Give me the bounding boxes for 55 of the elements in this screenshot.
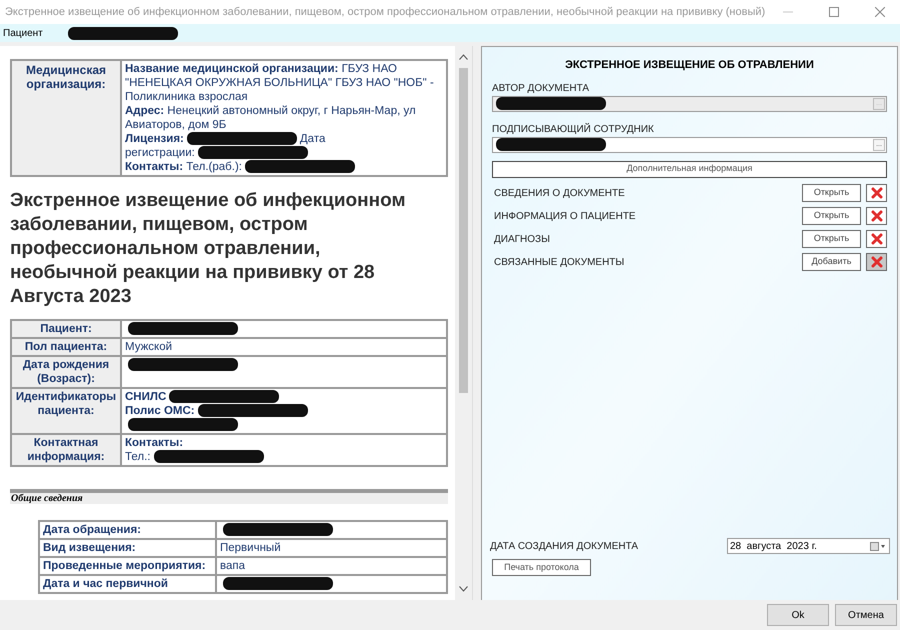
row-label: Дата рождения (Возраст): bbox=[12, 357, 122, 387]
row-label: Контактная информация: bbox=[12, 435, 122, 465]
field-label: АВТОР ДОКУМЕНТА bbox=[492, 82, 590, 96]
scroll-up-icon[interactable] bbox=[459, 54, 468, 60]
section-button[interactable]: Добавить bbox=[802, 253, 861, 271]
row-label: Дата и час первичной bbox=[40, 576, 217, 592]
delete-icon bbox=[870, 187, 882, 199]
cell-text: Контакты: Тел.(раб.): bbox=[125, 161, 242, 173]
section-title: Общие сведения bbox=[10, 492, 83, 506]
cell-text: Название медицинской организации: ГБУЗ НАО "НЕНЕЦКАЯ ОКРУЖНАЯ БОЛЬНИЦА" ГБУЗ НАО "НОБ" - Поликлиника взрослая bbox=[125, 63, 434, 103]
delete-icon bbox=[870, 233, 882, 245]
field-label: ПОДПИСЫВАЮЩИЙ СОТРУДНИК bbox=[492, 122, 655, 136]
cell-text: Дата bbox=[300, 133, 326, 145]
section-button[interactable]: Открыть bbox=[802, 184, 861, 202]
delete-button[interactable] bbox=[866, 230, 887, 248]
cell-text: Первичный bbox=[220, 542, 281, 554]
delete-icon bbox=[870, 256, 882, 268]
dialog-button[interactable]: Отмена bbox=[835, 604, 897, 626]
delete-button[interactable] bbox=[866, 207, 887, 225]
delete-button[interactable] bbox=[866, 184, 887, 202]
section-label: ДИАГНОЗЫ bbox=[493, 232, 551, 246]
patient-label: Пациент bbox=[3, 26, 43, 40]
cell-text: Тел.: bbox=[125, 451, 150, 463]
cell-text: Лицензия: bbox=[125, 133, 184, 145]
row-label: Пол пациента: bbox=[12, 339, 122, 355]
row-label: Медицинская организация: bbox=[12, 61, 122, 175]
date-value: 28 августа 2023 г. bbox=[730, 540, 818, 554]
cell-text: СНИЛС bbox=[125, 391, 166, 403]
cell-text: Адрес: Ненецкий автономный округ, г Нарьян-Мар, ул Авиаторов, дом 9Б bbox=[125, 105, 416, 131]
delete-icon bbox=[870, 210, 882, 222]
row-label: Идентификаторы пациента: bbox=[12, 389, 122, 433]
row-label: Пациент: bbox=[12, 321, 122, 337]
section-label: ИНФОРМАЦИЯ О ПАЦИЕНТЕ bbox=[493, 210, 637, 224]
window-title: Экстренное извещение об инфекционном заболевании, пищевом, остром профессиональном отравлении, необычной реакции на прививку (новый) bbox=[5, 4, 766, 20]
section-label: СВЕДЕНИЯ О ДОКУМЕНТЕ bbox=[493, 186, 626, 200]
row-label: Дата обращения: bbox=[40, 522, 217, 538]
cell-text: Мужской bbox=[125, 341, 172, 353]
calendar-dropdown-icon[interactable] bbox=[870, 542, 886, 550]
scroll-down-icon[interactable] bbox=[459, 586, 468, 592]
section-button[interactable]: Открыть bbox=[802, 230, 861, 248]
panel-title: ЭКСТРЕННОЕ ИЗВЕЩЕНИЕ ОБ ОТРАВЛЕНИИ bbox=[564, 58, 815, 73]
cell-text: вапа bbox=[220, 560, 245, 572]
print-button[interactable]: Печать протокола bbox=[492, 559, 591, 576]
cell-text: Полис ОМС: bbox=[125, 405, 195, 417]
document-heading: Экстренное извещение об инфекционном заболевании, пищевом, остром профессиональном отравлении, необычной реакции на прививку от 28 Августа 2023 bbox=[10, 189, 407, 309]
row-label: Вид извещения: bbox=[40, 540, 217, 556]
additional-info-button[interactable]: Дополнительная информация bbox=[492, 160, 887, 178]
row-label: Проведенные мероприятия: bbox=[40, 558, 217, 574]
date-field[interactable]: 28 августа 2023 г. bbox=[727, 538, 890, 554]
cell-text: Контакты: bbox=[125, 437, 184, 449]
dialog-button[interactable]: Ok bbox=[767, 604, 829, 626]
section-button[interactable]: Открыть bbox=[802, 207, 861, 225]
date-label: ДАТА СОЗДАНИЯ ДОКУМЕНТА bbox=[490, 540, 640, 554]
cell-text: регистрации: bbox=[125, 147, 195, 159]
section-label: СВЯЗАННЫЕ ДОКУМЕНТЫ bbox=[493, 256, 626, 270]
